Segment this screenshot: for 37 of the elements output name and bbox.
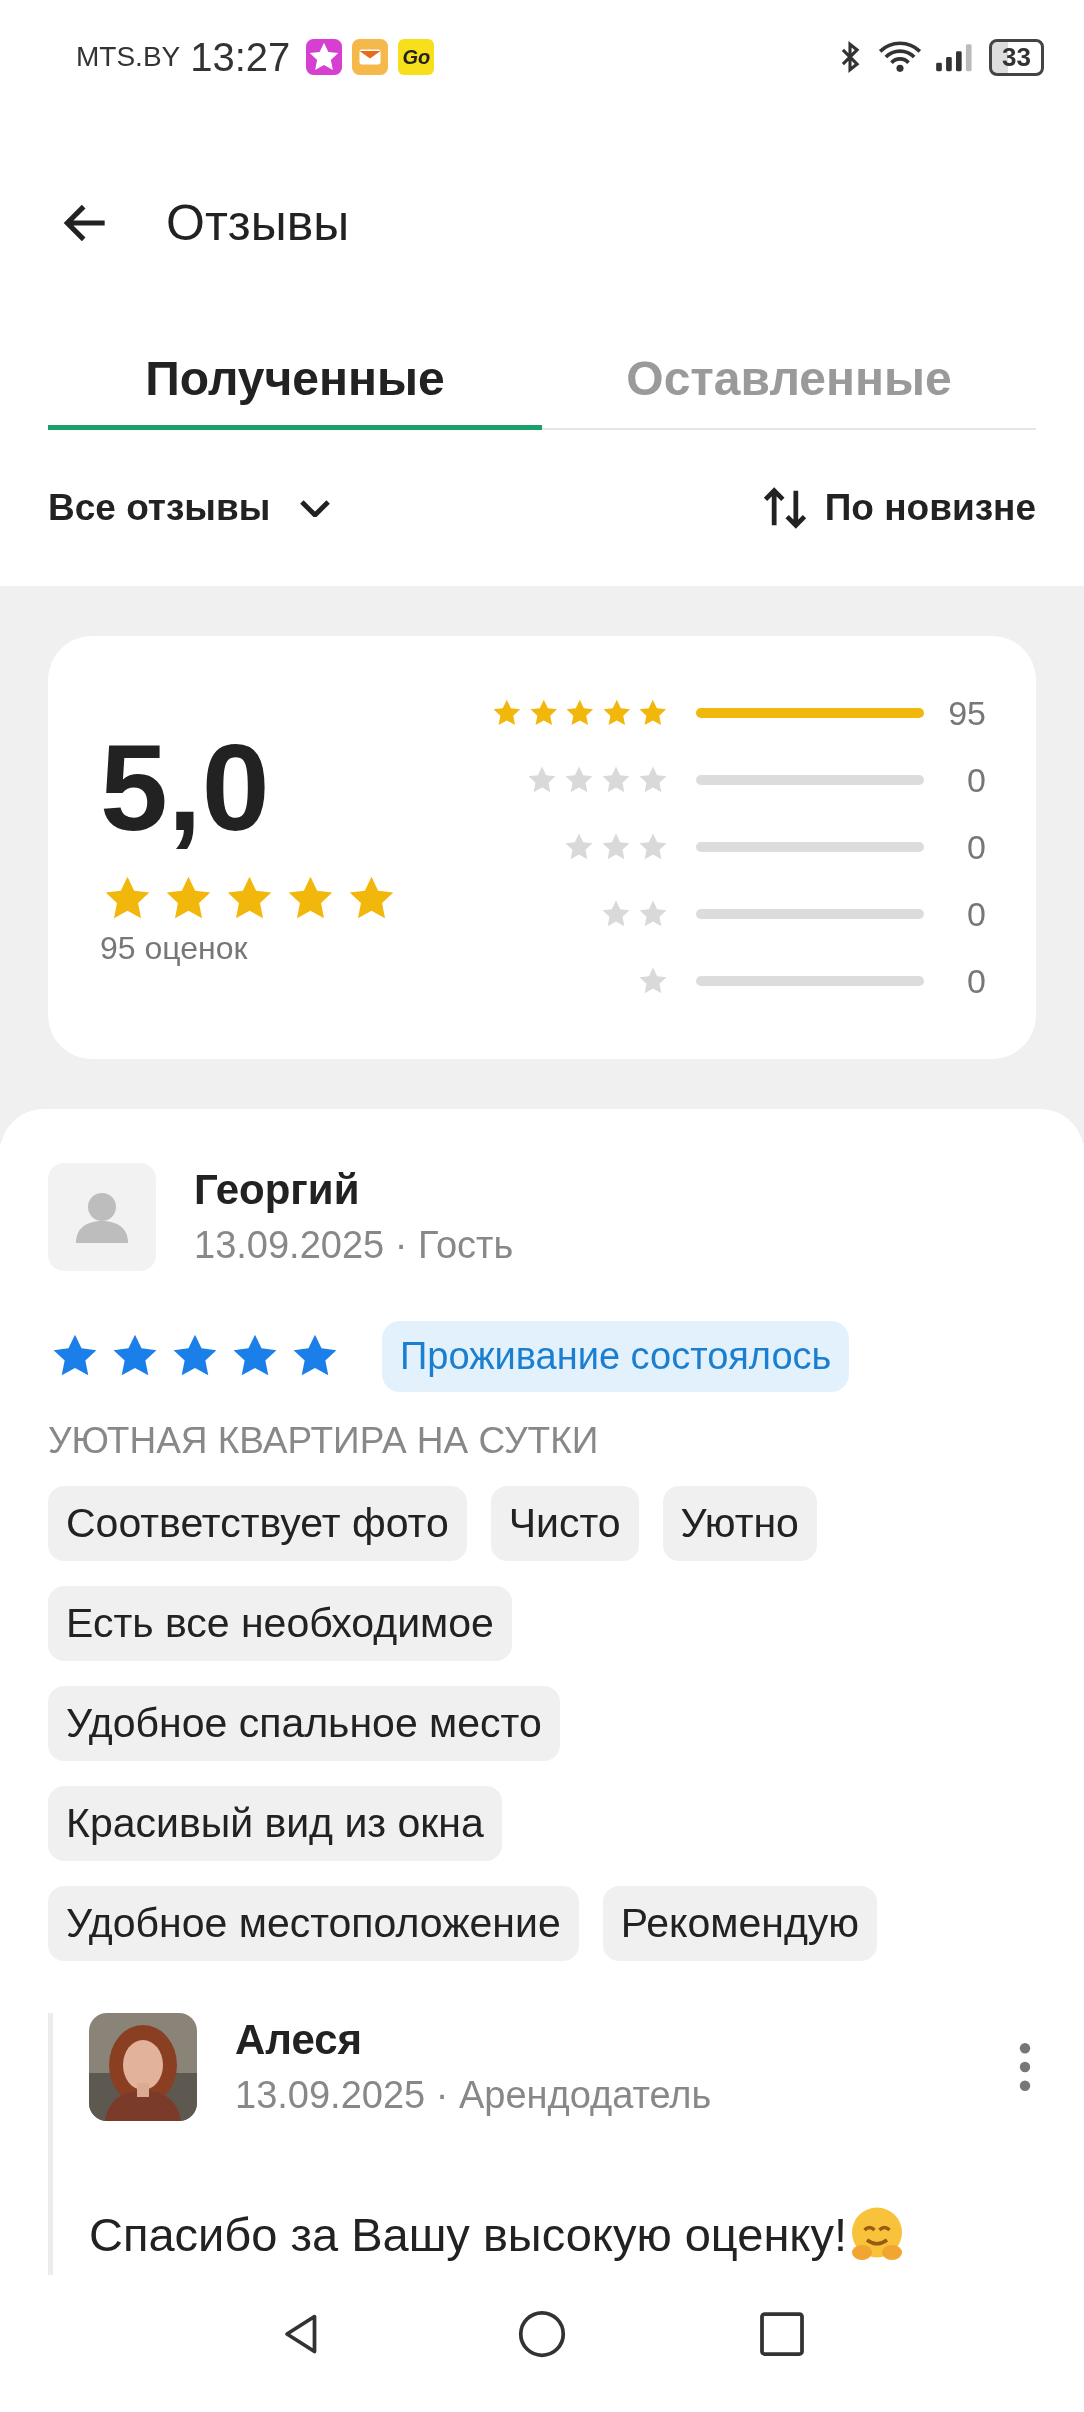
review-tag: Удобное местоположение [48, 1886, 579, 1961]
rating-count: 0 [966, 828, 986, 867]
rating-count: 0 [966, 895, 986, 934]
review-tag: Красивый вид из окна [48, 1786, 502, 1861]
filter-dropdown[interactable]: Все отзывы [48, 487, 331, 530]
review-date: 13.09.2025 · Гость [194, 1224, 514, 1268]
status-badge: Проживание состоялось [382, 1321, 850, 1392]
ratings-count: 95 оценок [100, 930, 249, 968]
review-tag: Чисто [490, 1486, 639, 1561]
review-tag: Соответствует фото [48, 1486, 467, 1561]
more-menu-icon[interactable] [1018, 2042, 1032, 2092]
page-title: Отзывы [166, 194, 350, 253]
host-name: Алеся [235, 2016, 364, 2065]
sort-button[interactable]: По новизне [758, 482, 1036, 535]
rating-count: 95 [947, 694, 986, 733]
carrier: MTS.BY [76, 41, 181, 74]
reply-date: 13.09.2025 · Арендодатель [235, 2074, 712, 2118]
tab[interactable]: Полученные [48, 332, 542, 431]
review-tag: Рекомендую [602, 1886, 878, 1961]
clock: 13:27 [190, 34, 291, 80]
review-tag: Удобное спальное место [48, 1686, 560, 1761]
battery: 33 [989, 38, 1044, 76]
wifi-icon [877, 40, 924, 75]
review-tag: Есть все необходимое [48, 1586, 512, 1661]
reviewer-name: Георгий [194, 1166, 361, 1215]
app-badge: Go [398, 39, 435, 76]
chevron-down-icon [300, 499, 331, 517]
user-avatar-icon [48, 1163, 156, 1271]
reply-text: Спасибо за Вашу высокую оценку! [89, 2207, 847, 2263]
review-tag: Уютно [662, 1486, 817, 1561]
rating-count: 0 [966, 761, 986, 800]
star-app-icon [306, 39, 343, 76]
average-score: 5,0 [100, 727, 271, 850]
rating-count: 0 [966, 962, 986, 1001]
envelope-icon [352, 39, 389, 76]
listing-title: УЮТНАЯ КВАРТИРА НА СУТКИ [48, 1420, 600, 1462]
home-nav-icon[interactable] [517, 2308, 567, 2359]
